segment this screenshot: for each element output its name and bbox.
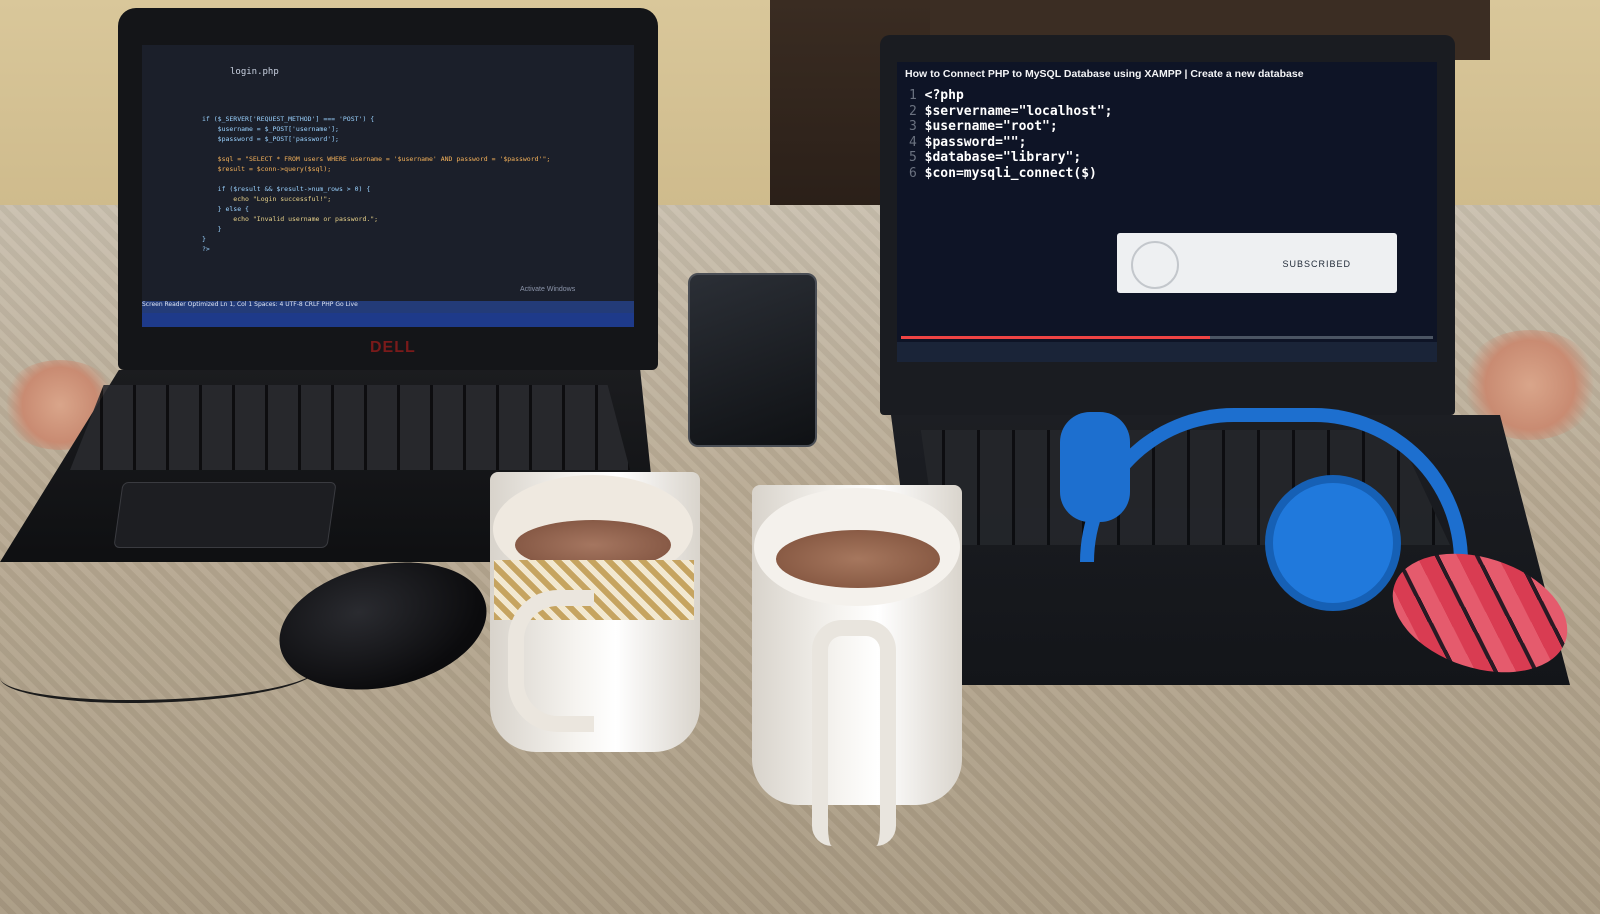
- dell-logo: DELL: [370, 339, 416, 356]
- line-number: 6: [909, 165, 925, 181]
- code-text: $database="library";: [924, 150, 1082, 165]
- editor-code-line: } else {: [202, 205, 249, 213]
- right-mug-handle: [812, 620, 896, 846]
- smartphone: [688, 273, 817, 447]
- video-code-line: 2 $servername="localhost";: [909, 104, 1113, 119]
- editor-code-line: echo "Login successful!";: [202, 195, 332, 203]
- editor-code-line: $password = $_POST['password'];: [202, 135, 339, 143]
- line-number: 2: [909, 103, 925, 119]
- headphones-right-cup: [1265, 475, 1401, 611]
- activate-windows-text: Activate Windows: [520, 286, 576, 293]
- editor-code-line: if ($_SERVER['REQUEST_METHOD'] === 'POST…: [202, 115, 375, 123]
- video-code-line: 4 $password="";: [909, 135, 1026, 150]
- code-text: $servername="localhost";: [924, 103, 1113, 119]
- video-code-line: 6 $con=mysqli_connect($): [909, 166, 1097, 181]
- subscribed-card[interactable]: SUBSCRIBED: [1117, 233, 1397, 293]
- editor-code-line: }: [202, 225, 222, 233]
- code-text: <?php: [924, 88, 964, 103]
- video-code-line: 5 $database="library";: [909, 150, 1081, 165]
- line-number: 4: [909, 134, 925, 150]
- editor-code-line: ?>: [202, 245, 210, 253]
- video-title[interactable]: How to Connect PHP to MySQL Database usi…: [905, 68, 1304, 80]
- left-laptop-screen: login.php if ($_SERVER['REQUEST_METHOD']…: [142, 45, 634, 327]
- code-text: $password="";: [924, 134, 1027, 150]
- editor-code-line: }: [202, 235, 206, 243]
- line-number: 5: [909, 150, 925, 165]
- headphones-left-cup: [1060, 412, 1130, 522]
- subscribed-label: SUBSCRIBED: [1282, 259, 1351, 269]
- code-text: $username="root";: [924, 119, 1058, 134]
- line-number: 1: [909, 88, 925, 103]
- editor-code-line: $result = $conn->query($sql);: [202, 165, 332, 173]
- video-player-controls[interactable]: [897, 342, 1437, 362]
- left-mug-handle: [508, 590, 594, 732]
- windows-taskbar: [142, 313, 634, 327]
- line-number: 3: [909, 119, 925, 134]
- editor-code-line: echo "Invalid username or password.";: [202, 215, 379, 223]
- editor-tab[interactable]: login.php: [230, 67, 279, 77]
- channel-icon: [1131, 241, 1179, 289]
- left-laptop-keyboard: [70, 385, 630, 470]
- video-code-line: 1 <?php: [909, 88, 964, 103]
- code-text: $con=mysqli_connect($): [924, 165, 1097, 181]
- video-progress-fill: [901, 336, 1210, 339]
- left-laptop-touchpad: [113, 482, 337, 548]
- video-progress-bar[interactable]: [901, 336, 1433, 339]
- right-mug-tea: [776, 530, 940, 588]
- editor-code-line: if ($result && $result->num_rows > 0) {: [202, 185, 371, 193]
- editor-code-line: $username = $_POST['username'];: [202, 125, 339, 133]
- right-laptop-screen: How to Connect PHP to MySQL Database usi…: [897, 62, 1437, 362]
- editor-status-bar: Screen Reader Optimized Ln 1, Col 1 Spac…: [142, 301, 634, 313]
- editor-code-line: $sql = "SELECT * FROM users WHERE userna…: [202, 155, 551, 163]
- video-code-line: 3 $username="root";: [909, 119, 1058, 134]
